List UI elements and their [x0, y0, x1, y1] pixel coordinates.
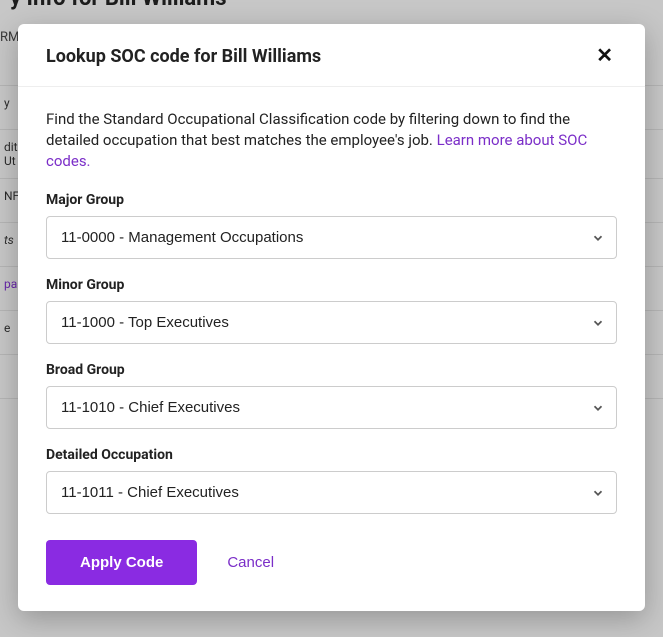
modal-body: Find the Standard Occupational Classific… — [18, 87, 645, 611]
soc-lookup-modal: Lookup SOC code for Bill Williams ✕ Find… — [18, 24, 645, 611]
major-group-select-wrap: 11-0000 - Management Occupations — [46, 216, 617, 259]
broad-group-field: Broad Group 11-1010 - Chief Executives — [46, 362, 617, 429]
broad-group-label: Broad Group — [46, 362, 617, 378]
modal-actions: Apply Code Cancel — [46, 540, 617, 585]
modal-description: Find the Standard Occupational Classific… — [46, 109, 617, 172]
cancel-button[interactable]: Cancel — [223, 548, 278, 577]
apply-code-button[interactable]: Apply Code — [46, 540, 197, 585]
detailed-occupation-select[interactable]: 11-1011 - Chief Executives — [46, 471, 617, 514]
modal-title: Lookup SOC code for Bill Williams — [46, 46, 321, 67]
modal-header: Lookup SOC code for Bill Williams ✕ — [18, 24, 645, 87]
minor-group-label: Minor Group — [46, 277, 617, 293]
minor-group-select-wrap: 11-1000 - Top Executives — [46, 301, 617, 344]
minor-group-field: Minor Group 11-1000 - Top Executives — [46, 277, 617, 344]
broad-group-select-wrap: 11-1010 - Chief Executives — [46, 386, 617, 429]
detailed-occupation-select-wrap: 11-1011 - Chief Executives — [46, 471, 617, 514]
close-icon: ✕ — [596, 45, 613, 67]
major-group-select[interactable]: 11-0000 - Management Occupations — [46, 216, 617, 259]
close-button[interactable]: ✕ — [592, 42, 617, 70]
major-group-label: Major Group — [46, 192, 617, 208]
detailed-occupation-field: Detailed Occupation 11-1011 - Chief Exec… — [46, 447, 617, 514]
broad-group-select[interactable]: 11-1010 - Chief Executives — [46, 386, 617, 429]
minor-group-select[interactable]: 11-1000 - Top Executives — [46, 301, 617, 344]
detailed-occupation-label: Detailed Occupation — [46, 447, 617, 463]
major-group-field: Major Group 11-0000 - Management Occupat… — [46, 192, 617, 259]
